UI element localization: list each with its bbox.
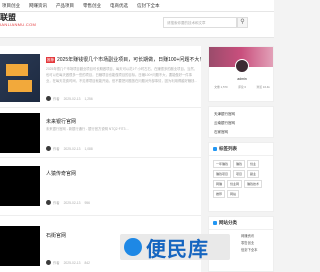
user-card: admin 文章 1,570 评论 0 浏览 16.4k [208, 46, 274, 102]
qr-code-thumbnail[interactable] [0, 166, 40, 206]
tag-chip[interactable]: 一年赚钱 [213, 160, 232, 168]
category-link[interactable]: 零售创业 [241, 240, 269, 247]
tag-chip[interactable]: 推荐 [213, 190, 226, 198]
avatar [46, 146, 51, 151]
post-views: 1,256 [84, 96, 93, 101]
tag-chip[interactable]: 副业 [247, 170, 260, 178]
avatar [46, 200, 51, 205]
post-date: 2025-02-13 [63, 146, 81, 151]
tag-chip[interactable]: 赚钱 [233, 160, 246, 168]
tag-chip[interactable]: 网站 [227, 190, 240, 198]
post-title[interactable]: 未来银行官网 [46, 118, 76, 125]
user-stat: 文章 1,570 [214, 85, 228, 89]
category-link[interactable]: 信封下全本 [241, 247, 269, 254]
post-title[interactable]: 推荐 2025年赚钱很几个市场副业项目，可长期做，日赚100+问题不大！ [46, 56, 204, 63]
post-excerpt: 2025年很几个市场项目副业项目可长期做项目，每天可以花1个小时左右，在赚很多的… [46, 67, 198, 83]
post-item[interactable]: 未来银行官网 未来银行官网 - 新银行通行 - 银行官方说明 NTQ2·FIT3… [0, 108, 201, 158]
sidebar-link[interactable]: 天津银行官网 [209, 110, 273, 119]
main-nav: 项目创业 网赚资讯 产品项目 零售创业 电商优选 信封下全本 [0, 2, 169, 9]
watermark-logo-icon [124, 238, 142, 256]
avatar [46, 260, 51, 265]
avatar [46, 96, 51, 101]
nav-item-3[interactable]: 零售创业 [83, 2, 101, 9]
post-author: 作者 [53, 147, 60, 151]
post-meta: 作者 2025-02-13 1,088 [46, 146, 97, 151]
grid-icon [213, 221, 217, 225]
watermark-text: 便民库 [146, 238, 209, 261]
post-meta: 作者 2025-02-13 842 [46, 260, 94, 265]
categories-heading: 网站分类 [209, 217, 273, 230]
search-input[interactable]: 请搜索你要的技术和文章 [163, 17, 237, 28]
nav-item-0[interactable]: 项目创业 [2, 2, 20, 9]
post-tag-badge: 推荐 [46, 57, 55, 63]
qr-code-thumbnail[interactable] [0, 226, 40, 266]
post-date: 2025-02-13 [63, 96, 81, 101]
search-icon[interactable]: ⚲ [237, 17, 248, 28]
user-name[interactable]: admin [209, 77, 275, 81]
nav-item-2[interactable]: 产品项目 [56, 2, 74, 9]
avatar[interactable] [235, 59, 249, 73]
post-views: 1,088 [84, 146, 93, 151]
tag-chip[interactable]: 赚钱技术 [244, 180, 263, 188]
post-thumbnail[interactable] [0, 54, 40, 102]
user-stats: 文章 1,570 评论 0 浏览 16.4k [209, 85, 275, 89]
post-author: 作者 [53, 201, 60, 205]
category-link[interactable]: 网赚资讯 [241, 233, 269, 240]
post-item[interactable]: 推荐 2025年赚钱很几个市场副业项目，可长期做，日赚100+问题不大！ 2025… [0, 46, 204, 108]
post-title[interactable]: 石街官网 [46, 232, 66, 239]
watermark-overlay: 便民库 [120, 234, 230, 261]
tag-chip[interactable]: 赚钱项目 [213, 170, 232, 178]
site-logo-domain: IANLIANMU.COM [0, 22, 37, 27]
post-date: 2025-02-13 [63, 200, 81, 205]
sidebar-link[interactable]: 云南银行官网 [209, 119, 273, 128]
tag-chip[interactable]: 网赚 [213, 180, 226, 188]
thumbnail-graphic [8, 80, 32, 92]
post-title-text: 2025年赚钱很几个市场副业项目，可长期做，日赚100+问题不大！ [57, 57, 205, 63]
post-meta: 作者 2025-02-13 956 [46, 200, 94, 205]
tag-chip[interactable]: 项目 [233, 170, 246, 178]
tag-chip[interactable]: 创业网 [227, 180, 243, 188]
link-card: 天津银行官网 云南银行官网 石家官网 [208, 106, 274, 138]
tag-icon [213, 147, 217, 151]
post-title[interactable]: 人猿传奇官网 [46, 170, 76, 177]
post-views: 842 [84, 260, 90, 265]
tags-card: 标签列表 一年赚钱 赚钱 创业 赚钱项目 项目 副业 网赚 创业网 赚钱技术 推… [208, 142, 274, 212]
post-date: 2025-02-13 [63, 260, 81, 265]
nav-item-1[interactable]: 网赚资讯 [29, 2, 47, 9]
qr-code-thumbnail[interactable] [0, 113, 40, 153]
user-stat: 评论 0 [238, 85, 247, 89]
user-stat: 浏览 16.4k [256, 85, 270, 89]
tags-heading: 标签列表 [209, 143, 273, 156]
tags-title: 标签列表 [219, 146, 237, 151]
thumbnail-graphic [6, 64, 28, 76]
top-navigation-bar: 项目创业 网赚资讯 产品项目 零售创业 电商优选 信封下全本 [0, 0, 274, 12]
post-views: 956 [84, 200, 90, 205]
categories-title: 网站分类 [219, 220, 237, 225]
post-author: 作者 [53, 97, 60, 101]
post-excerpt: 未来银行官网 - 新银行通行 - 银行官方说明 NTQ2·FIT3 ... [46, 127, 130, 131]
post-item[interactable]: 人猿传奇官网 作者 2025-02-13 956 [0, 158, 201, 216]
tag-cloud: 一年赚钱 赚钱 创业 赚钱项目 项目 副业 网赚 创业网 赚钱技术 推荐 网站 [209, 156, 273, 202]
nav-item-4[interactable]: 电商优选 [110, 2, 128, 9]
sidebar-link[interactable]: 石家官网 [209, 128, 273, 137]
nav-item-5[interactable]: 信封下全本 [137, 2, 160, 9]
tag-chip[interactable]: 创业 [247, 160, 260, 168]
post-author: 作者 [53, 261, 60, 265]
post-meta: 作者 2025-02-13 1,256 [46, 96, 97, 101]
